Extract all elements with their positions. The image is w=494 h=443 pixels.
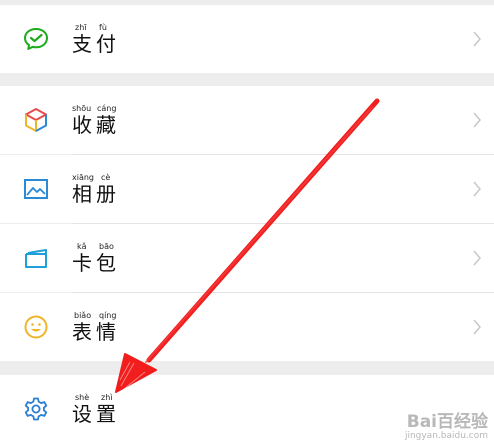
pinyin: zhì xyxy=(101,393,113,402)
label-text: 表情 xyxy=(72,320,120,344)
wechat-pay-icon xyxy=(23,26,49,52)
pinyin: bāo xyxy=(99,242,114,251)
watermark-brand: Bai百经验 xyxy=(406,412,488,432)
pinyin: fù xyxy=(99,23,107,32)
pinyin: cè xyxy=(101,173,111,182)
label-text: 设置 xyxy=(72,402,120,426)
card-wallet-icon xyxy=(23,245,49,271)
gear-icon xyxy=(23,396,49,422)
pinyin: kǎ xyxy=(77,242,87,251)
label-text: 支付 xyxy=(72,32,120,56)
pinyin: shōu xyxy=(72,104,92,113)
pinyin: biǎo xyxy=(74,311,92,320)
chevron-right-icon xyxy=(472,248,482,268)
favorites-cube-icon xyxy=(23,107,49,133)
menu-item-collect[interactable]: shōu cáng 收藏 xyxy=(0,86,494,154)
pinyin: xiāng xyxy=(72,173,95,182)
watermark-url: jingyan.baidu.com xyxy=(404,431,488,441)
chevron-right-icon xyxy=(472,110,482,130)
watermark: Bai百经验 jingyan.baidu.com xyxy=(405,413,488,441)
menu-item-album[interactable]: xiāng cè 相册 xyxy=(0,155,494,223)
label-text: 收藏 xyxy=(72,113,120,137)
pinyin: shè xyxy=(75,393,90,402)
chevron-right-icon xyxy=(472,29,482,49)
pinyin: qíng xyxy=(99,311,117,320)
menu-item-cards[interactable]: kǎ bāo 卡包 xyxy=(0,224,494,292)
menu-item-sticker[interactable]: biǎo qíng 表情 xyxy=(0,293,494,361)
label-text: 卡包 xyxy=(72,251,120,275)
menu-item-pay[interactable]: zhī fù 支付 xyxy=(0,5,494,73)
smiley-icon xyxy=(23,314,49,340)
label-text: 相册 xyxy=(72,182,120,206)
photo-album-icon xyxy=(23,176,49,202)
pinyin: cáng xyxy=(97,104,117,113)
chevron-right-icon xyxy=(472,179,482,199)
chevron-right-icon xyxy=(472,317,482,337)
pinyin: zhī xyxy=(75,23,87,32)
